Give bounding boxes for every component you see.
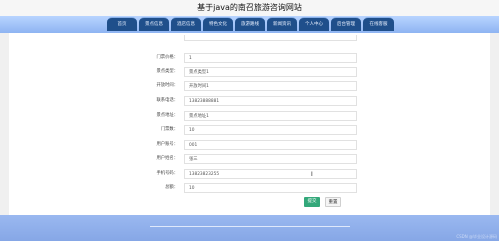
nav-item-news[interactable]: 新闻资讯 <box>267 17 297 31</box>
mobile-number-input[interactable]: 13823823255 <box>184 169 357 179</box>
order-form-panel: 门票价格： 1 景点类型： 景点类型1 开放时间： 开放时间1 联系电话： 13… <box>9 33 490 215</box>
nav-item-hotels[interactable]: 酒店信息 <box>171 17 201 31</box>
field-label: 景点地址： <box>156 113 178 118</box>
field-label: 门票价格： <box>156 55 178 60</box>
field-user-name: 用户姓名： 张三 <box>149 154 359 164</box>
site-title: 基于java的南召旅游咨询网站 <box>197 3 302 12</box>
ticket-price-input[interactable]: 1 <box>184 53 357 63</box>
field-opening-hours: 开放时间： 开放时间1 <box>149 81 359 91</box>
field-attraction-type: 景点类型： 景点类型1 <box>149 67 359 77</box>
field-label: 联系电话： <box>156 98 178 103</box>
field-contact-phone: 联系电话： 13823888881 <box>149 96 359 106</box>
site-header: 基于java的南召旅游咨询网站 首页 景点信息 酒店信息 特色文化 旅游路线 新… <box>0 0 499 33</box>
field-label: 总额： <box>165 185 178 190</box>
watermark: CSDN @毕业设计源码 <box>456 234 497 239</box>
field-label: 门票数： <box>160 127 178 132</box>
field-label: 用户姓名： <box>156 156 178 161</box>
main-nav: 首页 景点信息 酒店信息 特色文化 旅游路线 新闻资讯 个人中心 后台管理 在线… <box>107 17 394 32</box>
field-attraction-address: 景点地址： 景点地址1 <box>149 111 359 121</box>
nav-item-routes[interactable]: 旅游路线 <box>235 17 265 31</box>
text-cursor-icon: I <box>311 171 313 178</box>
field-label: 手机号码： <box>156 171 178 176</box>
field-ticket-price: 门票价格： 1 <box>149 53 359 63</box>
nav-item-profile[interactable]: 个人中心 <box>299 17 329 31</box>
field-label: 用户账号： <box>156 142 178 147</box>
user-account-input[interactable]: 001 <box>184 140 357 150</box>
field-label: 开放时间： <box>156 83 178 88</box>
user-name-input[interactable]: 张三 <box>184 154 357 164</box>
footer-divider <box>150 226 350 227</box>
site-footer: CSDN @毕业设计源码 <box>0 215 499 241</box>
field-ticket-count: 门票数： 10 <box>149 125 359 135</box>
contact-phone-input[interactable]: 13823888881 <box>184 96 357 106</box>
nav-item-support[interactable]: 在线客服 <box>363 17 394 31</box>
attraction-type-input[interactable]: 景点类型1 <box>184 67 357 77</box>
field-total: 总额： 10 <box>149 183 359 193</box>
nav-item-culture[interactable]: 特色文化 <box>203 17 233 31</box>
field-label: 景点类型： <box>156 69 178 74</box>
reset-button[interactable]: 重置 <box>325 197 341 207</box>
nav-item-home[interactable]: 首页 <box>107 17 137 31</box>
field-mobile-number: 手机号码： 13823823255 <box>149 169 359 179</box>
previous-field-stub <box>184 35 357 41</box>
opening-hours-input[interactable]: 开放时间1 <box>184 81 357 91</box>
attraction-address-input[interactable]: 景点地址1 <box>184 111 357 121</box>
ticket-count-input[interactable]: 10 <box>184 125 357 135</box>
total-input[interactable]: 10 <box>184 183 357 193</box>
nav-item-admin[interactable]: 后台管理 <box>331 17 361 31</box>
nav-item-attractions[interactable]: 景点信息 <box>139 17 169 31</box>
field-user-account: 用户账号： 001 <box>149 140 359 150</box>
submit-button[interactable]: 提交 <box>304 197 320 207</box>
